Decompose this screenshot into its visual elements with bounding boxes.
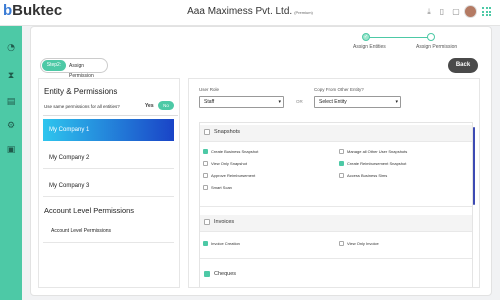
same-permissions-question: Use same permissions for all entities? xyxy=(44,104,120,109)
account-permissions-title: Account Level Permissions xyxy=(44,206,135,215)
account-permissions-item[interactable]: Account Level Permissions xyxy=(43,219,174,243)
copy-entity-select[interactable]: Select Entity ▾ xyxy=(314,96,401,108)
entity-panel-title: Entity & Permissions xyxy=(44,87,118,96)
section-snapshots: Snapshots xyxy=(200,125,472,142)
step-1-check-icon: ✓ xyxy=(362,33,370,41)
invoices-checkbox[interactable] xyxy=(204,219,210,225)
permissions-list: Snapshots Create Business Snapshot Manag… xyxy=(199,122,473,287)
section-invoices: Invoices xyxy=(200,215,472,232)
entity-panel: Entity & Permissions Use same permission… xyxy=(38,78,180,288)
download-icon[interactable]: ⤓ xyxy=(424,7,434,17)
sidebar: ◔ ⧗ ▤ ⚙ ▣ xyxy=(0,0,22,300)
section-title: Snapshots xyxy=(214,129,240,135)
chevron-down-icon: ▾ xyxy=(395,99,398,105)
step-pill: Step2: Assign Permission xyxy=(40,58,108,79)
user-role-select[interactable]: Staff ▾ xyxy=(199,96,284,108)
notification-icon[interactable]: ▢ xyxy=(451,7,461,17)
settings-icon[interactable]: ⚙ xyxy=(5,120,17,132)
divider xyxy=(200,206,472,207)
apps-grid-icon[interactable] xyxy=(482,7,492,17)
step-2-label: Assign Permission xyxy=(416,44,458,50)
entity-item-2[interactable]: My Company 2 xyxy=(43,147,174,169)
entity-item-3[interactable]: My Company 3 xyxy=(43,175,174,197)
snapshots-checkbox[interactable] xyxy=(204,129,210,135)
top-bar: bBuktec Aaa Maximess Pvt. Ltd. (Premium) … xyxy=(0,0,500,26)
files-icon[interactable]: ▯ xyxy=(437,7,447,17)
step-1-label: Assign Entities xyxy=(353,44,386,50)
section-title: Invoices xyxy=(214,219,235,225)
user-role-label: User Role xyxy=(199,87,220,92)
cheques-checkbox[interactable] xyxy=(204,271,210,277)
section-title: Cheques xyxy=(214,271,237,277)
hourglass-icon[interactable]: ⧗ xyxy=(5,70,17,82)
document-icon[interactable]: ▤ xyxy=(5,96,17,108)
section-cheques: Cheques xyxy=(200,267,472,284)
no-toggle[interactable]: No xyxy=(158,101,174,110)
folder-icon[interactable]: ▣ xyxy=(5,144,17,156)
or-text: OR xyxy=(296,99,303,104)
dashboard-icon[interactable]: ◔ xyxy=(5,42,17,54)
permissions-panel: User Role Staff ▾ OR Copy From Other Enti… xyxy=(188,78,480,288)
step-active-tag[interactable]: Step2: xyxy=(42,60,66,71)
avatar[interactable] xyxy=(464,5,477,18)
step-2-indicator xyxy=(427,33,435,41)
divider xyxy=(200,258,472,259)
chevron-down-icon: ▾ xyxy=(278,99,281,105)
copy-entity-label: Copy From Other Entity? xyxy=(314,87,364,92)
entity-item-1[interactable]: My Company 1 xyxy=(43,119,174,141)
yes-option[interactable]: Yes xyxy=(145,103,154,109)
stepper-line xyxy=(367,37,431,38)
divider xyxy=(43,115,178,116)
back-button[interactable]: Back xyxy=(448,58,478,73)
scrollbar[interactable] xyxy=(473,127,475,205)
